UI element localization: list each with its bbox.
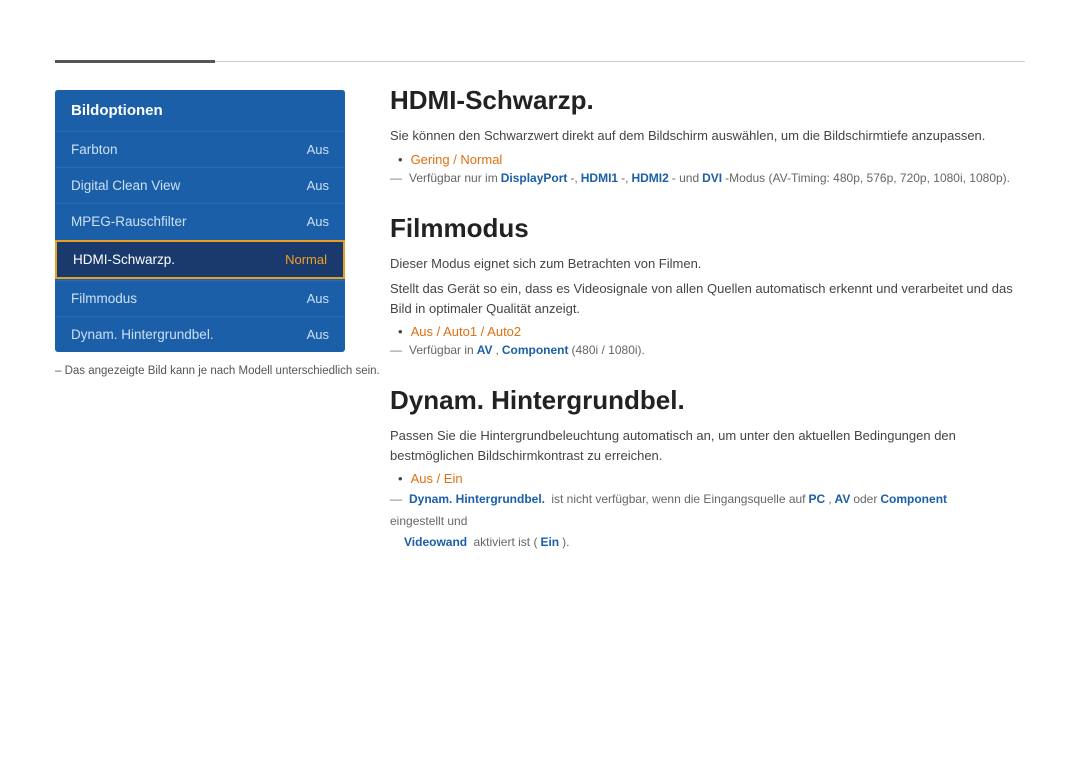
bullet-dot: • (398, 152, 403, 167)
note-eingestellt: eingestellt und (390, 512, 467, 531)
film-options: Aus / Auto1 / Auto2 (411, 324, 522, 339)
note-und: - und (672, 171, 699, 185)
note-film: ― Verfügbar in AV , Component (480i / 10… (390, 343, 1025, 357)
section-dynam: Dynam. Hintergrundbel. Passen Sie die Hi… (390, 385, 1025, 549)
displayport-label: DisplayPort (501, 171, 568, 185)
sidebar-item-value: Normal (285, 252, 327, 267)
progress-filled (55, 60, 215, 63)
bullet-film: • Aus / Auto1 / Auto2 (398, 324, 1025, 339)
note-comma: , (496, 343, 499, 357)
note-resolution: (480i / 1080i). (572, 343, 645, 357)
sidebar-item-mpeg-rauschfilter[interactable]: MPEG-Rauschfilter Aus (55, 203, 345, 239)
dynam-hintergrundbel-label: Dynam. Hintergrundbel. (409, 490, 545, 509)
dvi-label: DVI (702, 171, 722, 185)
component-label2: Component (880, 490, 947, 509)
component-label: Component (502, 343, 569, 357)
note-close-paren: ). (562, 535, 569, 549)
section-desc1-film: Dieser Modus eignet sich zum Betrachten … (390, 254, 1025, 274)
top-progress-bar (55, 60, 1025, 63)
sidebar-item-label: HDMI-Schwarzp. (73, 252, 175, 267)
main-content: HDMI-Schwarzp. Sie können den Schwarzwer… (390, 85, 1025, 577)
note-suffix: -Modus (AV-Timing: 480p, 576p, 720p, 108… (725, 171, 1010, 185)
note-sep2: -, (621, 171, 628, 185)
note-comma2: , (828, 490, 831, 509)
hdmi-options: Gering / Normal (411, 152, 503, 167)
sidebar-item-value: Aus (307, 214, 329, 229)
sidebar-item-farbton[interactable]: Farbton Aus (55, 131, 345, 167)
sidebar-note: – Das angezeigte Bild kann je nach Model… (55, 365, 380, 377)
sidebar-item-value: Aus (307, 142, 329, 157)
videowand-label: Videowand (404, 535, 467, 549)
note-hdmi: ― Verfügbar nur im DisplayPort -, HDMI1 … (390, 171, 1025, 185)
note-dynam: ― Dynam. Hintergrundbel. ist nicht verfü… (390, 490, 1025, 531)
sidebar-item-value: Aus (307, 178, 329, 193)
section-desc2-film: Stellt das Gerät so ein, dass es Videosi… (390, 279, 1025, 318)
progress-empty (215, 61, 1025, 62)
sidebar-item-label: Digital Clean View (71, 178, 180, 193)
sidebar-item-value: Aus (307, 291, 329, 306)
sidebar-menu: Bildoptionen Farbton Aus Digital Clean V… (55, 90, 345, 352)
section-hdmi-schwarzp: HDMI-Schwarzp. Sie können den Schwarzwer… (390, 85, 1025, 185)
sidebar-item-digital-clean-view[interactable]: Digital Clean View Aus (55, 167, 345, 203)
sidebar-header: Bildoptionen (55, 90, 345, 131)
section-desc-dynam: Passen Sie die Hintergrundbeleuchtung au… (390, 426, 1025, 465)
section-title-hdmi: HDMI-Schwarzp. (390, 85, 1025, 116)
note-dash-dynam: ― (390, 490, 402, 509)
sidebar-item-hdmi-schwarzp[interactable]: HDMI-Schwarzp. Normal (55, 240, 345, 279)
bullet-dot-dynam: • (398, 471, 403, 486)
sidebar-item-label: Dynam. Hintergrundbel. (71, 327, 214, 342)
section-title-dynam: Dynam. Hintergrundbel. (390, 385, 1025, 416)
note-dash: ― (390, 171, 402, 185)
bullet-dynam: • Aus / Ein (398, 471, 1025, 486)
sidebar-item-filmmodus[interactable]: Filmmodus Aus (55, 280, 345, 316)
ein-label: Ein (540, 535, 559, 549)
sidebar-item-label: MPEG-Rauschfilter (71, 214, 187, 229)
bullet-dot-film: • (398, 324, 403, 339)
note-text-prefix: Verfügbar nur im (409, 171, 498, 185)
note-nicht-verfugbar: ist nicht verfügbar, wenn die Eingangsqu… (548, 490, 806, 509)
pc-label: PC (809, 490, 826, 509)
note-dynam2: Videowand aktiviert ist ( Ein ). (404, 535, 1025, 549)
hdmi1-label: HDMI1 (581, 171, 618, 185)
dynam-options: Aus / Ein (411, 471, 463, 486)
sidebar-item-label: Farbton (71, 142, 118, 157)
note-dash-film: ― (390, 343, 402, 357)
note-aktiviert: aktiviert ist ( (470, 535, 537, 549)
note-sep1: -, (570, 171, 577, 185)
sidebar-item-dynam-hintergrundbel[interactable]: Dynam. Hintergrundbel. Aus (55, 316, 345, 352)
section-filmmodus: Filmmodus Dieser Modus eignet sich zum B… (390, 213, 1025, 358)
bullet-hdmi: • Gering / Normal (398, 152, 1025, 167)
note-verfugbar: Verfügbar in (409, 343, 474, 357)
sidebar-item-value: Aus (307, 327, 329, 342)
av-label2: AV (835, 490, 851, 509)
section-desc-hdmi: Sie können den Schwarzwert direkt auf de… (390, 126, 1025, 146)
sidebar-item-label: Filmmodus (71, 291, 137, 306)
hdmi2-label: HDMI2 (631, 171, 668, 185)
section-title-film: Filmmodus (390, 213, 1025, 244)
note-oder: oder (853, 490, 877, 509)
av-label: AV (477, 343, 493, 357)
